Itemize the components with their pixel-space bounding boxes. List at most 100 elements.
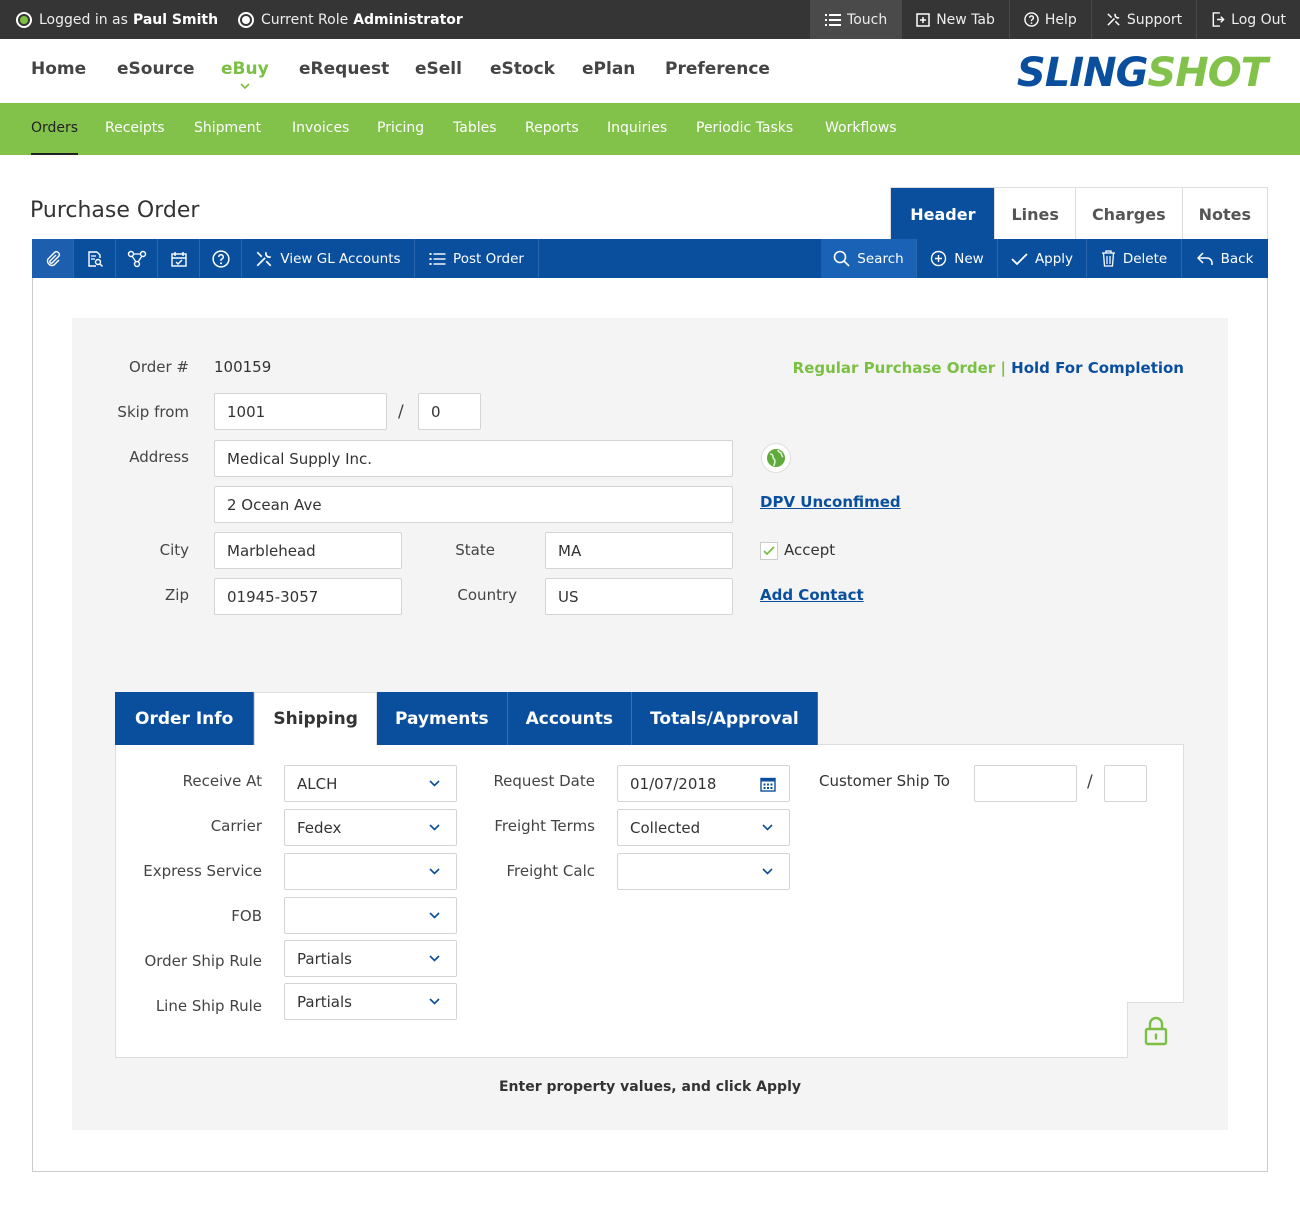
subnav-receipts[interactable]: Receipts	[105, 103, 165, 155]
chevron-down-icon	[429, 779, 440, 787]
tab-charges[interactable]: Charges	[1074, 188, 1182, 240]
tab-order-info[interactable]: Order Info	[115, 692, 255, 745]
subnav-invoices[interactable]: Invoices	[292, 103, 349, 155]
skip-suffix-input[interactable]: 0	[418, 393, 481, 430]
page-title: Purchase Order	[30, 198, 200, 223]
fob-select[interactable]	[284, 897, 457, 934]
express-service-select[interactable]	[284, 853, 457, 890]
user-name: Paul Smith	[132, 11, 219, 28]
city-input[interactable]: Marblehead	[214, 532, 402, 569]
order-ship-rule-select[interactable]: Partials	[284, 940, 457, 977]
order-number-value: 100159	[214, 358, 272, 376]
zip-value: 01945-3057	[227, 587, 319, 606]
attach-button[interactable]	[32, 239, 74, 278]
apply-button[interactable]: Apply	[998, 239, 1087, 278]
skip-suffix-value: 0	[431, 402, 441, 421]
subnav-orders[interactable]: Orders	[31, 103, 79, 155]
search-button[interactable]: Search	[821, 239, 917, 278]
country-input[interactable]: US	[545, 578, 733, 615]
lock-icon	[1144, 1016, 1168, 1045]
zip-input[interactable]: 01945-3057	[214, 578, 402, 615]
chevron-down-icon	[762, 867, 773, 875]
subnav-workflows[interactable]: Workflows	[825, 103, 897, 155]
address-line2-input[interactable]: 2 Ocean Ave	[214, 486, 733, 523]
carrier-select[interactable]: Fedex	[284, 809, 457, 846]
receive-at-select[interactable]: ALCH	[284, 765, 457, 802]
document-search-button[interactable]	[74, 239, 116, 278]
accept-checkbox[interactable]	[760, 542, 778, 560]
order-state[interactable]: Hold For Completion	[1011, 359, 1184, 377]
logout-icon	[1212, 12, 1225, 27]
logout-link[interactable]: Log Out	[1196, 0, 1300, 39]
back-button[interactable]: Back	[1182, 239, 1268, 278]
tab-shipping[interactable]: Shipping	[254, 692, 377, 745]
customer-ship-to-separator: /	[1087, 772, 1093, 792]
tab-header[interactable]: Header	[891, 188, 995, 240]
tab-accounts[interactable]: Accounts	[507, 692, 633, 745]
tab-payments[interactable]: Payments	[376, 692, 508, 745]
lock-button[interactable]	[1127, 1002, 1184, 1058]
nav-ebuy[interactable]: eBuy	[221, 39, 269, 103]
new-button[interactable]: New	[917, 239, 998, 278]
add-contact-link[interactable]: Add Contact	[760, 586, 864, 604]
subnav-inquiries[interactable]: Inquiries	[607, 103, 667, 155]
workflow-icon	[127, 250, 146, 267]
hint-text: Enter property values, and click Apply	[498, 1079, 801, 1095]
dpv-unconfirmed-link[interactable]: DPV Unconfimed	[760, 493, 901, 511]
subnav-periodic-tasks[interactable]: Periodic Tasks	[696, 103, 793, 155]
request-date-input[interactable]: 01/07/2018	[617, 765, 790, 802]
nav-esell[interactable]: eSell	[415, 39, 462, 103]
chevron-down-icon	[429, 823, 440, 831]
freight-terms-value: Collected	[630, 818, 701, 837]
line-ship-rule-select[interactable]: Partials	[284, 983, 457, 1020]
inner-tabs: Order Info Shipping Payments Accounts To…	[115, 692, 818, 745]
request-date-value: 01/07/2018	[630, 774, 717, 793]
freight-terms-select[interactable]: Collected	[617, 809, 790, 846]
address-line1-input[interactable]: Medical Supply Inc.	[214, 440, 733, 477]
state-input[interactable]: MA	[545, 532, 733, 569]
view-gl-accounts-button[interactable]: View GL Accounts	[242, 239, 415, 278]
help-button[interactable]	[200, 239, 242, 278]
post-order-button[interactable]: Post Order	[415, 239, 539, 278]
touch-link[interactable]: Touch	[810, 0, 902, 39]
nav-estock[interactable]: eStock	[490, 39, 555, 103]
new-tab-link[interactable]: New Tab	[901, 0, 1009, 39]
subnav-shipment[interactable]: Shipment	[194, 103, 261, 155]
skip-from-input[interactable]: 1001	[214, 393, 387, 430]
order-ship-rule-label: Order Ship Rule	[144, 952, 262, 970]
nav-erequest[interactable]: eRequest	[299, 39, 389, 103]
nav-preference[interactable]: Preference	[665, 39, 770, 103]
freight-calc-select[interactable]	[617, 853, 790, 890]
customer-ship-to-suffix-input[interactable]	[1104, 765, 1147, 802]
delete-button[interactable]: Delete	[1087, 239, 1182, 278]
skip-from-value: 1001	[227, 402, 266, 421]
nav-eplan[interactable]: ePlan	[582, 39, 635, 103]
subnav-reports[interactable]: Reports	[525, 103, 579, 155]
globe-button[interactable]	[761, 443, 791, 473]
top-bar: Logged in as Paul Smith Current Role Adm…	[0, 0, 1300, 39]
zip-label: Zip	[165, 586, 189, 604]
subnav-tables[interactable]: Tables	[453, 103, 497, 155]
freight-terms-label: Freight Terms	[494, 817, 595, 835]
chevron-down-icon	[240, 83, 250, 89]
tab-lines[interactable]: Lines	[994, 188, 1075, 240]
customer-ship-to-input[interactable]	[974, 765, 1077, 802]
paperclip-icon	[46, 250, 60, 266]
calendar-check-button[interactable]	[158, 239, 200, 278]
workflow-button[interactable]	[116, 239, 158, 278]
header-tabs: Header Lines Charges Notes	[890, 187, 1268, 240]
address-line1-value: Medical Supply Inc.	[227, 449, 373, 468]
skip-from-label: Skip from	[117, 403, 189, 421]
subnav-pricing[interactable]: Pricing	[377, 103, 424, 155]
post-order-label: Post Order	[453, 250, 524, 267]
nav-home[interactable]: Home	[31, 39, 86, 103]
support-link[interactable]: Support	[1090, 0, 1196, 39]
back-label: Back	[1220, 250, 1254, 267]
tab-totals-approval[interactable]: Totals/Approval	[632, 692, 818, 745]
nav-esource[interactable]: eSource	[117, 39, 195, 103]
city-label: City	[159, 541, 189, 559]
tab-notes[interactable]: Notes	[1181, 188, 1267, 240]
slingshot-logo: SLINGSHOT	[1017, 51, 1268, 95]
help-link[interactable]: Help	[1008, 0, 1091, 39]
calendar-icon[interactable]	[760, 776, 776, 792]
